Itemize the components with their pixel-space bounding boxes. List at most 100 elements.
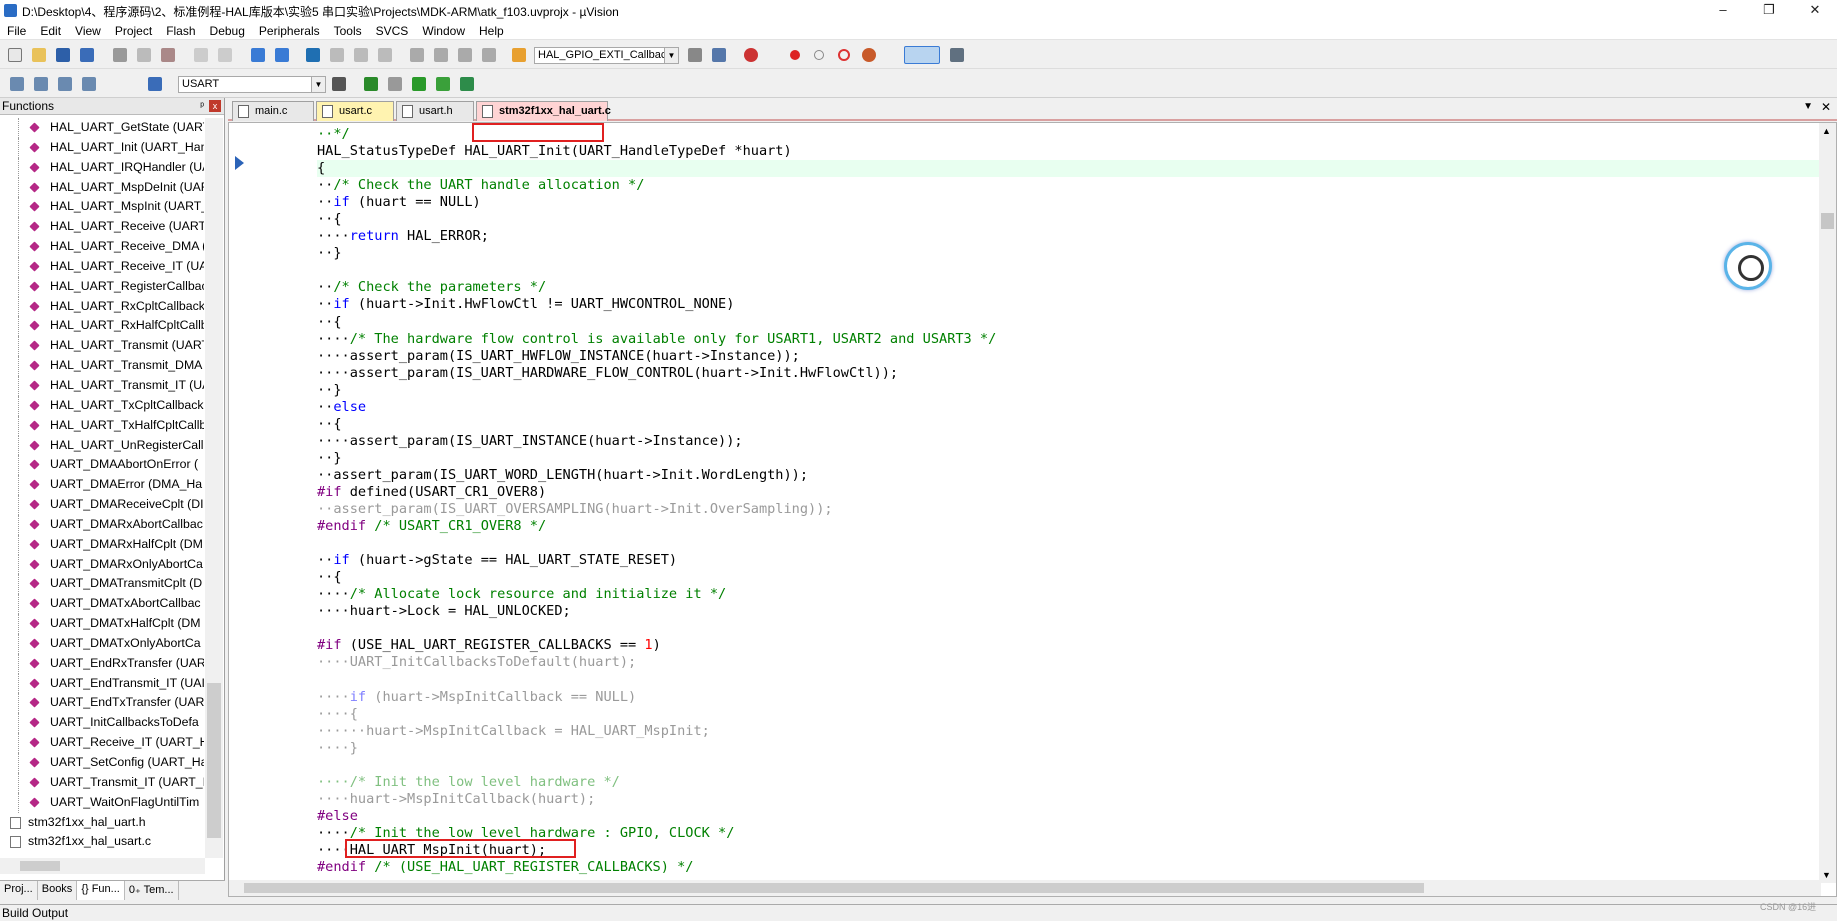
code-line[interactable]: 315{ [317,160,1827,178]
pin-icon[interactable]: ᵖ [200,99,204,115]
code-line[interactable]: 319····return HAL_ERROR; [317,228,1827,245]
indent-icon[interactable] [410,48,424,62]
batch-build-icon[interactable] [82,77,96,91]
tab-usart-c[interactable]: usart.c [316,101,394,121]
function-list-item[interactable]: UART_DMAError (DMA_Ha [0,475,204,496]
cut-icon[interactable] [113,48,127,62]
save-icon[interactable] [56,48,70,62]
code-line[interactable]: 329··else [317,399,1827,416]
code-line[interactable]: 347····{ [317,706,1827,723]
menu-window[interactable]: Window [415,24,472,38]
open-folder-icon[interactable] [32,48,46,62]
close-window-button[interactable]: ✕ [1792,0,1837,22]
bookmark-prev-icon[interactable] [330,48,344,62]
code-line[interactable]: 321 [317,262,1827,279]
menu-svcs[interactable]: SVCS [369,24,416,38]
nav-forward-icon[interactable] [275,48,289,62]
target-combo[interactable]: USART ▼ [178,76,326,93]
function-list-item[interactable]: UART_DMATxOnlyAbortCa [0,633,204,654]
menu-edit[interactable]: Edit [33,24,68,38]
undo-icon[interactable] [194,48,208,62]
file-list-item[interactable]: stm32f1xx_hal_usart.c [0,832,204,852]
build-icon[interactable] [34,77,48,91]
function-list-item[interactable]: HAL_UART_MspDeInit (UAR [0,177,204,198]
minimize-button[interactable]: – [1700,0,1746,22]
chevron-down-icon[interactable]: ▼ [311,77,325,92]
function-list-item[interactable]: UART_DMARxAbortCallbac [0,514,204,535]
menu-peripherals[interactable]: Peripherals [252,24,327,38]
code-line[interactable]: 322··/* Check the parameters */ [317,279,1827,296]
save-all-icon[interactable] [80,48,94,62]
code-line[interactable]: 324··{ [317,314,1827,331]
code-line[interactable]: 334#if defined(USART_CR1_OVER8) [317,484,1827,501]
tab-main-c[interactable]: main.c [232,101,314,121]
code-line[interactable]: 340····/* Allocate lock resource and ini… [317,586,1827,603]
code-line[interactable]: 331····assert_param(IS_UART_INSTANCE(hua… [317,433,1827,450]
code-line[interactable]: 338··if (huart->gState == HAL_UART_STATE… [317,552,1827,569]
function-list-item[interactable]: HAL_UART_Transmit (UART [0,336,204,357]
code-line[interactable]: 350 [317,757,1827,774]
code-line[interactable]: 320··} [317,245,1827,262]
code-line[interactable]: 344····UART_InitCallbacksToDefault(huart… [317,654,1827,671]
function-list-item[interactable]: UART_SetConfig (UART_Ha [0,753,204,773]
code-line[interactable]: 343#if (USE_HAL_UART_REGISTER_CALLBACKS … [317,637,1827,654]
code-line[interactable]: 339··{ [317,569,1827,586]
function-list-item[interactable]: UART_DMATxAbortCallbac [0,594,204,615]
code-line[interactable]: 345 [317,672,1827,689]
code-line[interactable]: 314HAL_StatusTypeDef HAL_UART_Init(UART_… [317,143,1827,160]
bookmark-icon[interactable] [306,48,320,62]
close-tab-icon[interactable]: ✕ [1821,100,1831,114]
manage-runtime-icon[interactable] [436,77,450,91]
configure-wrench-icon[interactable] [950,48,964,62]
target-options-icon[interactable] [332,77,346,91]
breakpoint-icon[interactable] [790,50,800,60]
new-file-icon[interactable] [8,48,22,62]
find-in-files-icon[interactable] [512,48,526,62]
bookmark-next-icon[interactable] [354,48,368,62]
code-line[interactable]: 351····/* Init the low level hardware */ [317,774,1827,791]
translate-icon[interactable] [10,77,24,91]
code-line[interactable]: 327····assert_param(IS_UART_HARDWARE_FLO… [317,365,1827,382]
restore-button[interactable]: ❐ [1746,0,1792,22]
function-list-item[interactable]: UART_EndRxTransfer (UAR [0,653,204,674]
code-line[interactable]: 328··} [317,382,1827,399]
tab-list-chevron-icon[interactable]: ▼ [1803,101,1813,112]
function-list-item[interactable]: HAL_UART_GetState (UART_ [0,118,204,138]
uncomment-icon[interactable] [482,48,496,62]
incremental-find-icon[interactable] [712,48,726,62]
code-line[interactable]: 318··{ [317,211,1827,228]
function-list-item[interactable]: UART_DMARxOnlyAbortCa [0,554,204,575]
code-line[interactable]: 336#endif /* USART_CR1_OVER8 */ [317,518,1827,535]
paste-icon[interactable] [161,48,175,62]
code-line[interactable]: 356#endif /* (USE_HAL_UART_REGISTER_CALL… [317,859,1827,876]
function-list-item[interactable]: UART_DMAAbortOnError ( [0,455,204,476]
editor-horizontal-scrollbar[interactable] [229,880,1821,896]
code-line[interactable]: 323··if (huart->Init.HwFlowCtl != UART_H… [317,296,1827,313]
kill-breakpoints-icon[interactable] [838,49,850,61]
comment-icon[interactable] [458,48,472,62]
scrollbar-thumb[interactable] [207,683,221,838]
menu-debug[interactable]: Debug [203,24,252,38]
close-panel-icon[interactable]: x [209,100,221,112]
function-list-item[interactable]: UART_DMARxHalfCplt (DM [0,534,204,555]
function-list-item[interactable]: UART_InitCallbacksToDefa [0,713,204,734]
scrollbar-thumb[interactable] [244,883,1424,893]
function-list-item[interactable]: UART_Receive_IT (UART_H [0,733,204,753]
function-list-item[interactable]: HAL_UART_Receive (UART_ [0,217,204,238]
code-line[interactable]: 348······huart->MspInitCallback = HAL_UA… [317,723,1827,740]
code-line[interactable]: 341····huart->Lock = HAL_UNLOCKED; [317,603,1827,620]
copy-icon[interactable] [137,48,151,62]
find-icon[interactable] [688,48,702,62]
function-list-item[interactable]: HAL_UART_IRQHandler (UA [0,157,204,178]
menu-file[interactable]: File [0,24,33,38]
function-list-item[interactable]: UART_DMAReceiveCplt (DI [0,495,204,515]
menu-tools[interactable]: Tools [327,24,369,38]
file-list-item[interactable]: stm32f1xx_hal_uart.h [0,813,204,833]
panel-tab-0[interactable]: Proj... [0,881,38,900]
code-line[interactable]: 333··assert_param(IS_UART_WORD_LENGTH(hu… [317,467,1827,484]
function-list-item[interactable]: HAL_UART_MspInit (UART_ [0,197,204,218]
editor-vertical-scrollbar[interactable]: ▲ ▼ [1819,123,1836,883]
menu-view[interactable]: View [68,24,108,38]
code-line[interactable]: 330··{ [317,416,1827,433]
bookmark-clear-icon[interactable] [378,48,392,62]
